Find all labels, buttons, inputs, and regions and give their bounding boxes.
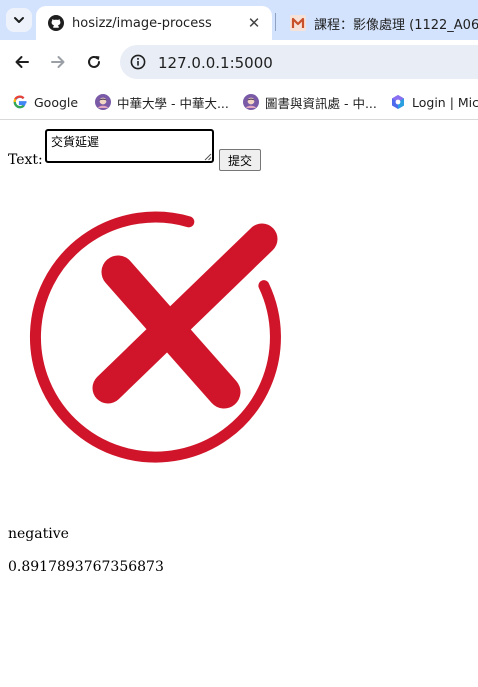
tab-divider <box>275 13 276 31</box>
red-cross-icon <box>8 192 308 492</box>
resize-handle-icon[interactable] <box>204 153 212 161</box>
forward-button[interactable] <box>46 50 70 74</box>
page-content: Text: 交貨延遲 提交 negative 0.891789376735687… <box>0 120 478 687</box>
bookmark-label: 中華大學 - 中華大... <box>117 95 229 111</box>
office-icon <box>392 95 404 109</box>
text-input[interactable]: 交貨延遲 <box>45 129 214 163</box>
arrow-right-icon <box>51 56 65 68</box>
avatar-icon <box>95 94 111 110</box>
tab-title: 課程：影像處理 (1122_A06512 <box>314 17 478 33</box>
arrow-left-icon <box>15 56 29 68</box>
bookmark-label: Google <box>34 94 79 110</box>
address-bar[interactable]: 127.0.0.1:5000 <box>120 45 478 79</box>
site-info-icon[interactable] <box>130 54 146 70</box>
avatar-icon <box>243 94 259 110</box>
chevron-down-icon <box>14 17 24 23</box>
bookmark-microsoft-login[interactable]: Login | Micr <box>390 93 478 111</box>
tab-title: hosizz/image-process <box>72 15 212 31</box>
text-label: Text: <box>8 152 43 168</box>
submit-button[interactable]: 提交 <box>219 149 261 171</box>
bookmark-google[interactable]: Google <box>12 93 78 111</box>
github-icon <box>48 15 64 31</box>
sentiment-label: negative <box>8 526 69 542</box>
sentiment-score: 0.8917893767356873 <box>8 559 164 575</box>
tab-strip: hosizz/image-process ✕ 課程：影像處理 (1122_A06… <box>0 0 478 40</box>
bookmark-label: Login | Micr <box>412 94 478 110</box>
bookmark-label: 圖書與資訊處 - 中... <box>265 95 377 111</box>
bookmark-chu[interactable]: 中華大學 - 中華大... <box>95 93 229 111</box>
tab-github[interactable]: hosizz/image-process ✕ <box>36 6 272 40</box>
google-icon <box>13 95 27 109</box>
reload-icon <box>88 55 100 68</box>
close-tab-icon[interactable]: ✕ <box>246 14 262 32</box>
browser-toolbar: 127.0.0.1:5000 <box>0 40 478 84</box>
back-button[interactable] <box>10 50 34 74</box>
bookmark-library[interactable]: 圖書與資訊處 - 中... <box>243 93 377 111</box>
tab-search-button[interactable] <box>6 8 32 32</box>
bookmarks-bar: Google 中華大學 - 中華大... 圖書與資訊處 - 中... Login… <box>0 84 478 120</box>
url-text: 127.0.0.1:5000 <box>158 54 273 72</box>
reload-button[interactable] <box>82 50 106 74</box>
tab-course[interactable]: 課程：影像處理 (1122_A06512 <box>278 6 478 40</box>
m-logo-icon <box>290 15 306 31</box>
